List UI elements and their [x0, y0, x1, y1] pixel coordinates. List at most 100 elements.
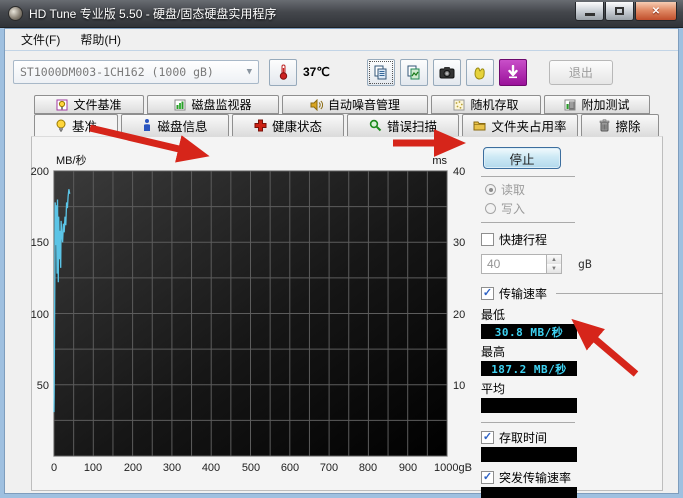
copy-text-button[interactable] — [367, 59, 395, 86]
min-value-field: 30.8 MB/秒 — [481, 324, 577, 339]
max-label: 最高 — [481, 343, 665, 360]
short-stroke-row[interactable]: 快捷行程 — [481, 231, 665, 248]
read-radio-row[interactable]: 读取 — [485, 181, 665, 198]
hdtune-window: HD Tune 专业版 5.50 - 硬盘/固态硬盘实用程序 ✕ 文件(F) 帮… — [0, 0, 683, 498]
exit-button-label: 退出 — [569, 64, 593, 81]
access-time-label: 存取时间 — [499, 429, 547, 446]
tab-disk-info[interactable]: 磁盘信息 — [121, 114, 229, 137]
tab-health[interactable]: 健康状态 — [232, 114, 344, 137]
tab-label: 随机存取 — [470, 96, 518, 113]
access-time-row[interactable]: ✓ 存取时间 — [481, 429, 665, 446]
tab-extra-tests[interactable]: 附加测试 — [544, 95, 650, 114]
maximize-button[interactable] — [605, 2, 634, 21]
write-radio-row[interactable]: 写入 — [485, 200, 665, 217]
write-radio-label: 写入 — [501, 200, 525, 217]
burst-rate-row[interactable]: ✓ 突发传输速率 — [481, 469, 665, 486]
menu-file[interactable]: 文件(F) — [11, 28, 70, 51]
close-button[interactable]: ✕ — [635, 2, 677, 21]
write-radio[interactable] — [485, 203, 496, 214]
chevron-down-icon: ▼ — [247, 67, 252, 77]
copy-image-button[interactable] — [400, 59, 428, 86]
x-tick: 1000gB — [434, 462, 472, 474]
short-stroke-checkbox[interactable] — [481, 233, 494, 246]
screenshot-button[interactable] — [433, 59, 461, 86]
app-icon — [8, 6, 23, 21]
hand-icon — [472, 65, 487, 80]
disk-monitor-icon — [174, 99, 186, 111]
grid-lines — [54, 171, 447, 456]
avg-value-field — [481, 398, 577, 413]
x-tick: 500 — [242, 462, 260, 474]
tab-disk-monitor[interactable]: 磁盘监视器 — [147, 95, 279, 114]
folder-icon — [473, 120, 486, 131]
close-icon: ✕ — [652, 6, 660, 17]
menu-help[interactable]: 帮助(H) — [70, 28, 131, 51]
read-radio-label: 读取 — [501, 181, 525, 198]
disk-info-icon — [142, 119, 152, 132]
tab-benchmark[interactable]: 基准 — [34, 114, 118, 137]
exit-button[interactable]: 退出 — [549, 60, 613, 85]
y-tick-right: 40 — [453, 166, 465, 178]
tab-error-scan[interactable]: 错误扫描 — [347, 114, 459, 137]
tab-label: 附加测试 — [581, 96, 629, 113]
benchmark-side-panel: 停止 读取 写入 快捷行程 40 ▲ ▼ gB — [479, 141, 665, 493]
read-radio[interactable] — [485, 184, 496, 195]
tab-file-benchmark[interactable]: 文件基准 — [34, 95, 144, 114]
y-axis-right-unit: ms — [432, 155, 447, 167]
tab-random-access[interactable]: 随机存取 — [431, 95, 541, 114]
temperature-button[interactable] — [269, 59, 297, 86]
stepper-down-icon[interactable]: ▼ — [547, 264, 561, 273]
stop-button-label: 停止 — [509, 149, 534, 168]
short-stroke-label: 快捷行程 — [499, 231, 547, 248]
transfer-rate-row[interactable]: ✓ 传输速率 — [481, 285, 665, 302]
maximize-icon — [615, 7, 624, 15]
temperature-value: 37℃ — [303, 65, 330, 79]
tab-folder-usage[interactable]: 文件夹占用率 — [462, 114, 578, 137]
tab-label: 自动噪音管理 — [328, 96, 400, 113]
update-button[interactable] — [499, 59, 527, 86]
benchmark-chart: MB/秒 ms 200 150 100 50 40 30 20 10 0 100… — [29, 149, 489, 483]
x-tick: 0 — [51, 462, 57, 474]
x-tick: 600 — [281, 462, 299, 474]
camera-icon — [439, 66, 455, 79]
tab-label: 擦除 — [615, 116, 640, 135]
transfer-rate-checkbox[interactable]: ✓ — [481, 287, 494, 300]
magnifier-icon — [369, 119, 382, 132]
y-tick: 100 — [31, 309, 49, 321]
extra-tests-icon — [564, 99, 576, 111]
short-stroke-stepper[interactable]: ▲ ▼ — [547, 254, 562, 274]
burst-rate-checkbox[interactable]: ✓ — [481, 471, 494, 484]
drive-select-dropdown[interactable]: ST1000DM003-1CH162 (1000 gB) ▼ — [13, 60, 259, 84]
tab-row-top: 文件基准 磁盘监视器 自动噪音管理 — [34, 95, 653, 114]
tab-label: 错误扫描 — [387, 116, 437, 135]
donate-button[interactable] — [466, 59, 494, 86]
titlebar: HD Tune 专业版 5.50 - 硬盘/固态硬盘实用程序 ✕ — [0, 0, 683, 28]
menubar: 文件(F) 帮助(H) — [5, 29, 678, 51]
tab-label: 基准 — [72, 116, 97, 135]
x-tick: 900 — [399, 462, 417, 474]
tab-aam[interactable]: 自动噪音管理 — [282, 95, 428, 114]
client-area: 文件(F) 帮助(H) ST1000DM003-1CH162 (1000 gB)… — [4, 28, 679, 494]
tab-label: 磁盘信息 — [157, 116, 207, 135]
download-arrow-icon — [506, 65, 520, 79]
short-stroke-size-input[interactable]: 40 — [481, 254, 547, 274]
tab-label: 文件基准 — [73, 96, 121, 113]
trash-icon — [599, 119, 610, 132]
tab-erase[interactable]: 擦除 — [581, 114, 659, 137]
y-axis-left-unit: MB/秒 — [56, 153, 87, 167]
stop-button[interactable]: 停止 — [483, 147, 561, 169]
y-tick: 150 — [31, 237, 49, 249]
window-title: HD Tune 专业版 5.50 - 硬盘/固态硬盘实用程序 — [29, 5, 276, 22]
x-tick: 700 — [320, 462, 338, 474]
thermometer-icon — [276, 64, 290, 80]
stepper-up-icon[interactable]: ▲ — [547, 255, 561, 264]
access-time-checkbox[interactable]: ✓ — [481, 431, 494, 444]
y-tick-right: 20 — [453, 309, 465, 321]
tab-row-bottom: 基准 磁盘信息 健康状态 错误扫描 — [34, 114, 662, 137]
file-benchmark-icon — [56, 99, 68, 111]
y-tick-right: 10 — [453, 380, 465, 392]
copy-text-icon — [373, 65, 388, 80]
minimize-button[interactable] — [575, 2, 604, 21]
minimize-icon — [585, 13, 595, 16]
copy-image-icon — [406, 65, 421, 80]
